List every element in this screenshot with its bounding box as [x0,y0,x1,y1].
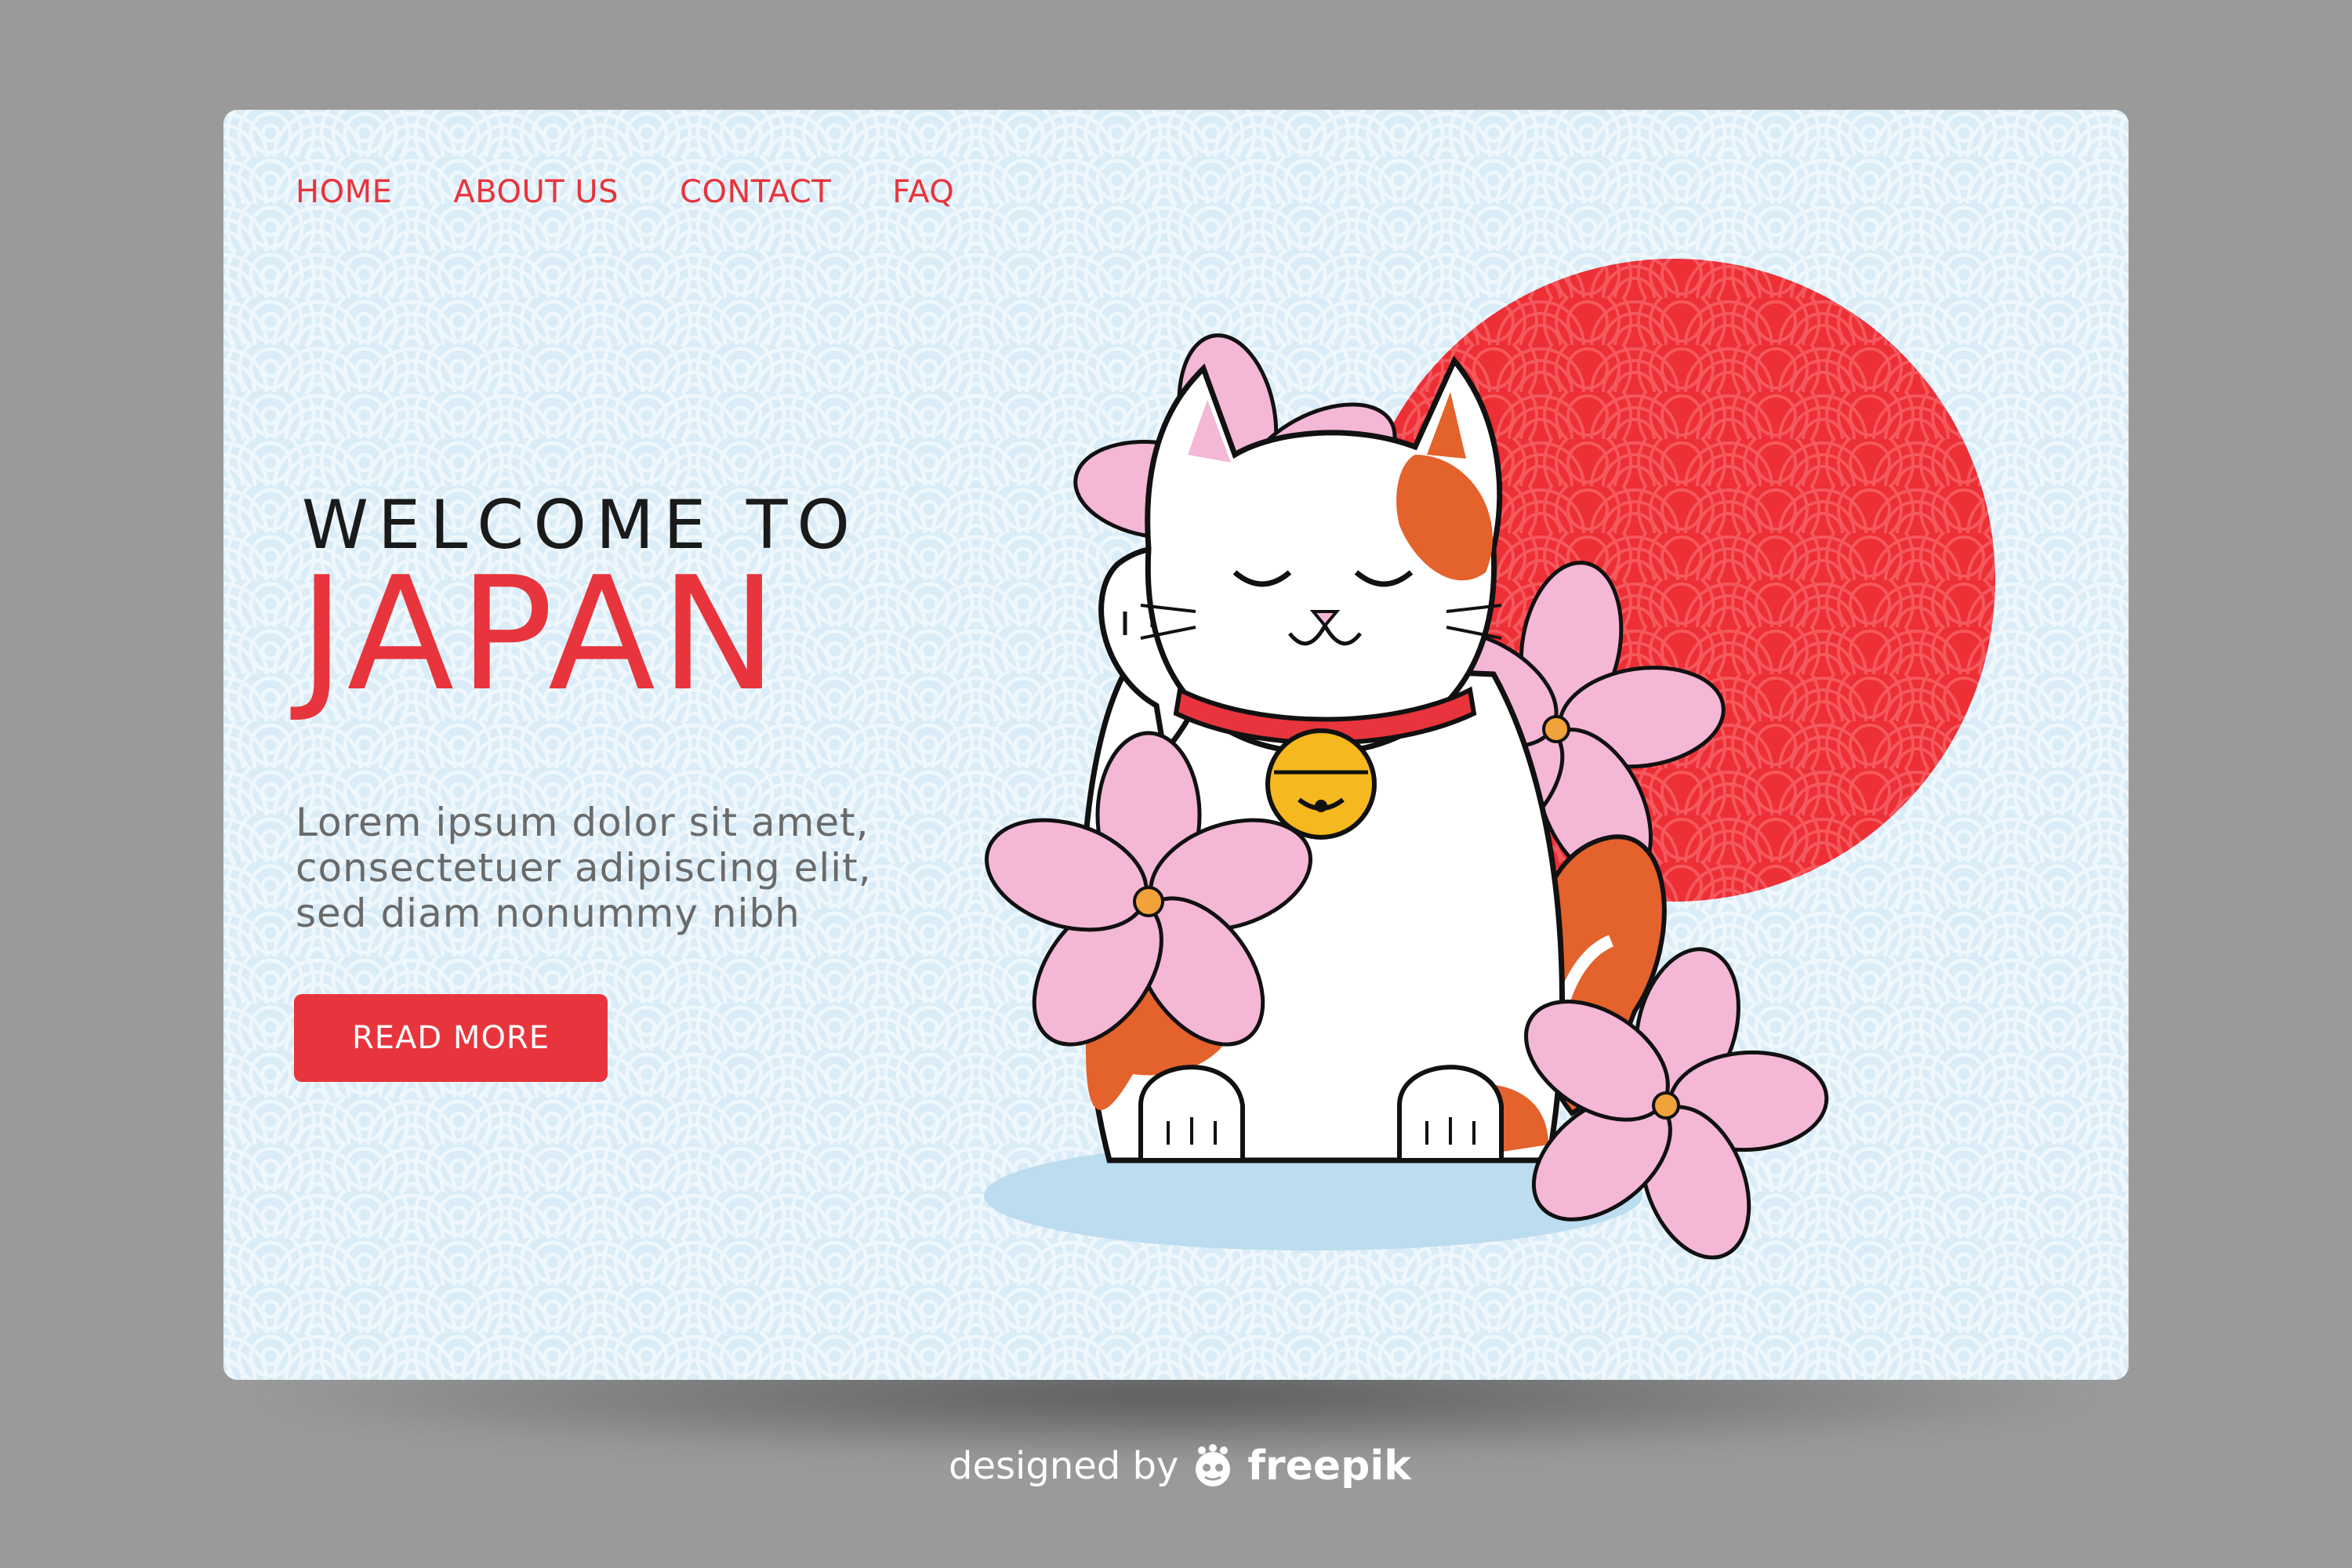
maneki-neko-illustration [984,259,1995,1260]
nav-contact[interactable]: CONTACT [680,174,831,210]
freepik-logo-icon [1196,1444,1231,1486]
nav-faq[interactable]: FAQ [892,174,954,210]
nav-about-us[interactable]: ABOUT US [453,174,619,210]
cat-right-paw [1397,1065,1504,1163]
main-nav: HOME ABOUT US CONTACT FAQ [296,174,954,210]
golden-bell [1265,728,1377,840]
hero-title: JAPAN [299,543,782,726]
freepik-brand-text: freepik [1247,1443,1411,1490]
read-more-button[interactable]: READ MORE [294,994,608,1082]
designed-by-text: designed by [949,1444,1179,1488]
landing-page-card: HOME ABOUT US CONTACT FAQ WELCOME TO JAP… [223,110,2129,1380]
hero-body-text: Lorem ipsum dolor sit amet, consectetuer… [296,800,872,936]
nav-home[interactable]: HOME [296,174,392,210]
cat-left-paw [1138,1065,1245,1163]
footer-credit: designed by freepik [949,1443,1411,1490]
